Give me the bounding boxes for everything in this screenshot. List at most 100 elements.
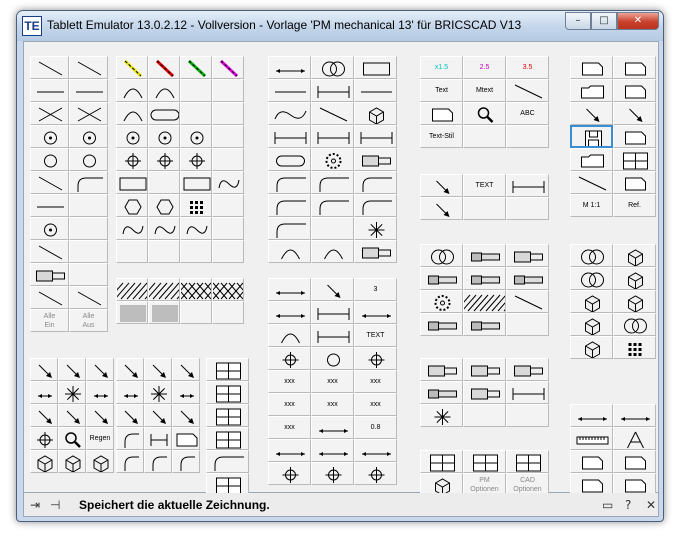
machine-parts-r1-c2-button[interactable] xyxy=(463,244,506,267)
dimensions-r8-c3-button[interactable] xyxy=(354,439,397,462)
draw-lines-r6-c2-button[interactable] xyxy=(69,171,108,194)
arrows-a-r1-c3-button[interactable] xyxy=(86,358,114,381)
draw-lines-r4-c1-button[interactable] xyxy=(30,125,69,148)
edit-tools-r2-c3-button[interactable] xyxy=(354,79,397,102)
hatches-r1-c4-button[interactable] xyxy=(212,278,244,301)
dimensions-r7-c2-button[interactable] xyxy=(311,416,354,439)
arrows-a-r3-c3-button[interactable] xyxy=(86,404,114,427)
text-tools-r4-c1-button[interactable]: Text-Stil xyxy=(420,125,463,148)
text-tools-r3-c2-button[interactable] xyxy=(463,102,506,125)
layer-pens-r9-c3-button[interactable] xyxy=(180,240,212,263)
dimensions-r1-c2-button[interactable] xyxy=(311,278,354,301)
dimensions-r4-c3-button[interactable] xyxy=(354,347,397,370)
dimensions-r2-c2-button[interactable] xyxy=(311,301,354,324)
shafts-r1-c3-button[interactable] xyxy=(506,358,549,381)
edit-tools-r4-c3-button[interactable] xyxy=(354,125,397,148)
dimensions-r1-c3-button[interactable]: 3 xyxy=(354,278,397,301)
view-tools-r4-c1-button[interactable] xyxy=(570,313,613,336)
dock-icon[interactable]: ⇥ xyxy=(30,498,40,512)
layer-pens-r2-c4-button[interactable] xyxy=(212,79,244,102)
symbols-r2-c2-button[interactable] xyxy=(463,197,506,220)
shafts-r3-c1-button[interactable] xyxy=(420,404,463,427)
title-bar[interactable]: TE Tablett Emulator 13.0.2.12 - Vollvers… xyxy=(17,11,663,41)
ucs-tools-r4-c1-button[interactable] xyxy=(206,427,249,450)
layer-pens-r9-c4-button[interactable] xyxy=(212,240,244,263)
edit-tools-r7-c3-button[interactable] xyxy=(354,194,397,217)
hatches-r1-c1-button[interactable] xyxy=(116,278,148,301)
layer-pens-r5-c4-button[interactable] xyxy=(212,148,244,171)
draw-lines-r7-c1-button[interactable] xyxy=(30,194,69,217)
edit-tools-r6-c2-button[interactable] xyxy=(311,171,354,194)
edit-tools-r5-c3-button[interactable] xyxy=(354,148,397,171)
file-tools-r2-c1-button[interactable] xyxy=(570,79,613,102)
edit-tools-r2-c1-button[interactable] xyxy=(268,79,311,102)
machine-parts-r4-c2-button[interactable] xyxy=(463,313,506,336)
arrows-b-r4-c1-button[interactable] xyxy=(116,427,144,450)
layer-pens-r9-c1-button[interactable] xyxy=(116,240,148,263)
layer-pens-r2-c3-button[interactable] xyxy=(180,79,212,102)
shafts-r2-c3-button[interactable] xyxy=(506,381,549,404)
edit-tools-r7-c2-button[interactable] xyxy=(311,194,354,217)
close-icon[interactable]: ✕ xyxy=(646,498,656,512)
dimensions-r2-c3-button[interactable] xyxy=(354,301,397,324)
hatches-r1-c3-button[interactable] xyxy=(180,278,212,301)
arrows-b-r2-c1-button[interactable] xyxy=(116,381,144,404)
draw-lines-r8-c2-button[interactable] xyxy=(69,217,108,240)
edit-tools-r8-c3-button[interactable] xyxy=(354,217,397,240)
dimensions-r8-c1-button[interactable] xyxy=(268,439,311,462)
file-tools-r4-c2-button[interactable] xyxy=(613,125,656,148)
measure-tools-r2-c1-button[interactable] xyxy=(570,427,613,450)
shafts-r2-c2-button[interactable] xyxy=(463,381,506,404)
machine-parts-r2-c1-button[interactable] xyxy=(420,267,463,290)
machine-parts-r1-c1-button[interactable] xyxy=(420,244,463,267)
edit-tools-r1-c1-button[interactable] xyxy=(268,56,311,79)
draw-lines-r4-c2-button[interactable] xyxy=(69,125,108,148)
text-tools-r4-c3-button[interactable] xyxy=(506,125,549,148)
edit-tools-r8-c2-button[interactable] xyxy=(311,217,354,240)
arrows-b-r1-c3-button[interactable] xyxy=(172,358,200,381)
view-tools-r2-c2-button[interactable] xyxy=(613,267,656,290)
file-tools-r7-c1-button[interactable]: M 1:1 xyxy=(570,194,613,217)
dimensions-r7-c1-button[interactable]: xxx xyxy=(268,416,311,439)
layer-pens-r5-c1-button[interactable] xyxy=(116,148,148,171)
options-r1-c1-button[interactable] xyxy=(420,450,463,473)
machine-parts-r4-c1-button[interactable] xyxy=(420,313,463,336)
arrows-a-r2-c2-button[interactable] xyxy=(58,381,86,404)
edit-tools-r5-c1-button[interactable] xyxy=(268,148,311,171)
draw-lines-r12-c1-button[interactable]: Alle Ein xyxy=(30,309,69,332)
edit-tools-r5-c2-button[interactable] xyxy=(311,148,354,171)
edit-tools-r8-c1-button[interactable] xyxy=(268,217,311,240)
dimensions-r5-c2-button[interactable]: xxx xyxy=(311,370,354,393)
layer-pens-r5-c3-button[interactable] xyxy=(180,148,212,171)
layer-pens-r3-c4-button[interactable] xyxy=(212,102,244,125)
hatches-r1-c2-button[interactable] xyxy=(148,278,180,301)
layer-pens-r4-c1-button[interactable] xyxy=(116,125,148,148)
layer-pens-r4-c4-button[interactable] xyxy=(212,125,244,148)
dimensions-r3-c3-button[interactable]: TEXT xyxy=(354,324,397,347)
arrows-a-r1-c1-button[interactable] xyxy=(30,358,58,381)
dimensions-r2-c1-button[interactable] xyxy=(268,301,311,324)
text-tools-r1-c3-button[interactable]: 3.5 xyxy=(506,56,549,79)
arrows-b-r2-c2-button[interactable] xyxy=(144,381,172,404)
view-tools-r4-c2-button[interactable] xyxy=(613,313,656,336)
edit-tools-r7-c1-button[interactable] xyxy=(268,194,311,217)
layer-pens-r1-c4-button[interactable] xyxy=(212,56,244,79)
layer-pens-r6-c4-button[interactable] xyxy=(212,171,244,194)
measure-tools-r1-c1-button[interactable] xyxy=(570,404,613,427)
edit-tools-r9-c3-button[interactable] xyxy=(354,240,397,263)
draw-lines-r1-c2-button[interactable] xyxy=(69,56,108,79)
draw-lines-r10-c1-button[interactable] xyxy=(30,263,69,286)
layer-pens-r8-c4-button[interactable] xyxy=(212,217,244,240)
dimensions-r6-c3-button[interactable]: xxx xyxy=(354,393,397,416)
text-tools-r4-c2-button[interactable] xyxy=(463,125,506,148)
dimensions-r4-c2-button[interactable] xyxy=(311,347,354,370)
text-tools-r2-c1-button[interactable]: Text xyxy=(420,79,463,102)
measure-tools-r2-c2-button[interactable] xyxy=(613,427,656,450)
arrows-b-r1-c2-button[interactable] xyxy=(144,358,172,381)
symbols-r2-c1-button[interactable] xyxy=(420,197,463,220)
symbols-r1-c3-button[interactable] xyxy=(506,174,549,197)
dimensions-r7-c3-button[interactable]: 0.8 xyxy=(354,416,397,439)
arrows-b-r1-c1-button[interactable] xyxy=(116,358,144,381)
draw-lines-r2-c1-button[interactable] xyxy=(30,79,69,102)
file-tools-r3-c2-button[interactable] xyxy=(613,102,656,125)
